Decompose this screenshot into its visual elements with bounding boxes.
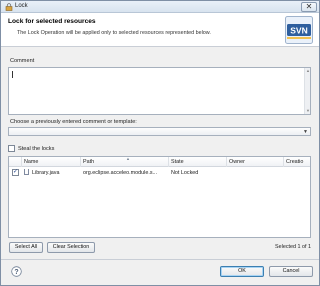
- text-caret: [12, 71, 13, 78]
- table-row[interactable]: Library.java org.eclipse.acceleo.module.…: [9, 169, 310, 178]
- banner-title: Lock for selected resources: [8, 18, 96, 25]
- row-owner: [227, 169, 284, 178]
- cancel-button[interactable]: Cancel: [269, 266, 313, 277]
- select-all-button[interactable]: Select All: [9, 242, 43, 253]
- comment-label: Comment: [10, 58, 35, 64]
- steal-locks-checkbox[interactable]: [8, 145, 15, 152]
- row-name-cell: Library.java: [22, 169, 81, 178]
- sort-ascending-icon: ▲: [126, 156, 130, 161]
- row-checkbox[interactable]: [12, 169, 19, 177]
- scroll-up-icon[interactable]: ▲: [306, 69, 310, 73]
- footer-separator: [1, 259, 319, 260]
- row-checkbox-cell[interactable]: [10, 169, 22, 178]
- row-name: Library.java: [32, 170, 60, 176]
- resources-table: Name Path State Owner Creatio ▲ Library.…: [8, 156, 311, 238]
- row-state: Not Locked: [171, 170, 199, 176]
- title-bar: Lock ✕: [1, 1, 319, 13]
- svn-logo-text: SVN: [290, 26, 307, 36]
- column-header-state[interactable]: State: [169, 157, 227, 167]
- row-creation: [284, 169, 310, 178]
- selection-status: Selected 1 of 1: [275, 244, 311, 250]
- lock-dialog: Lock ✕ Lock for selected resources The L…: [0, 0, 320, 286]
- svn-logo: SVN: [285, 16, 313, 44]
- chevron-down-icon[interactable]: ▼: [303, 130, 308, 135]
- comment-textarea[interactable]: ▲ ▼: [8, 67, 311, 115]
- steal-locks-label: Steal the locks: [18, 145, 55, 152]
- java-file-icon: [24, 169, 29, 176]
- column-header-check: [9, 157, 22, 167]
- comment-scrollbar[interactable]: ▲ ▼: [304, 68, 310, 114]
- template-combo[interactable]: ▼: [8, 127, 311, 136]
- close-button[interactable]: ✕: [301, 2, 317, 12]
- ok-button[interactable]: OK: [220, 266, 264, 277]
- banner-description: The Lock Operation will be applied only …: [17, 30, 211, 36]
- table-header: Name Path State Owner Creatio ▲: [9, 157, 310, 167]
- column-header-name[interactable]: Name: [22, 157, 81, 167]
- row-path: org.eclipse.acceleo.module.s...: [83, 170, 158, 176]
- column-header-owner[interactable]: Owner: [227, 157, 284, 167]
- column-header-creation[interactable]: Creatio: [284, 157, 310, 167]
- dialog-banner: Lock for selected resources The Lock Ope…: [1, 13, 319, 47]
- lock-icon: [5, 3, 13, 11]
- close-icon: ✕: [305, 2, 313, 11]
- scroll-down-icon[interactable]: ▼: [306, 109, 310, 113]
- template-label: Choose a previously entered comment or t…: [10, 119, 137, 125]
- window-title: Lock: [15, 3, 28, 9]
- column-header-path-label: Path: [83, 159, 95, 165]
- svg-text:?: ?: [14, 269, 18, 276]
- column-header-path[interactable]: Path: [81, 157, 169, 167]
- help-icon[interactable]: ?: [11, 266, 22, 277]
- steal-locks-option[interactable]: Steal the locks: [8, 145, 54, 154]
- clear-selection-button[interactable]: Clear Selection: [47, 242, 95, 253]
